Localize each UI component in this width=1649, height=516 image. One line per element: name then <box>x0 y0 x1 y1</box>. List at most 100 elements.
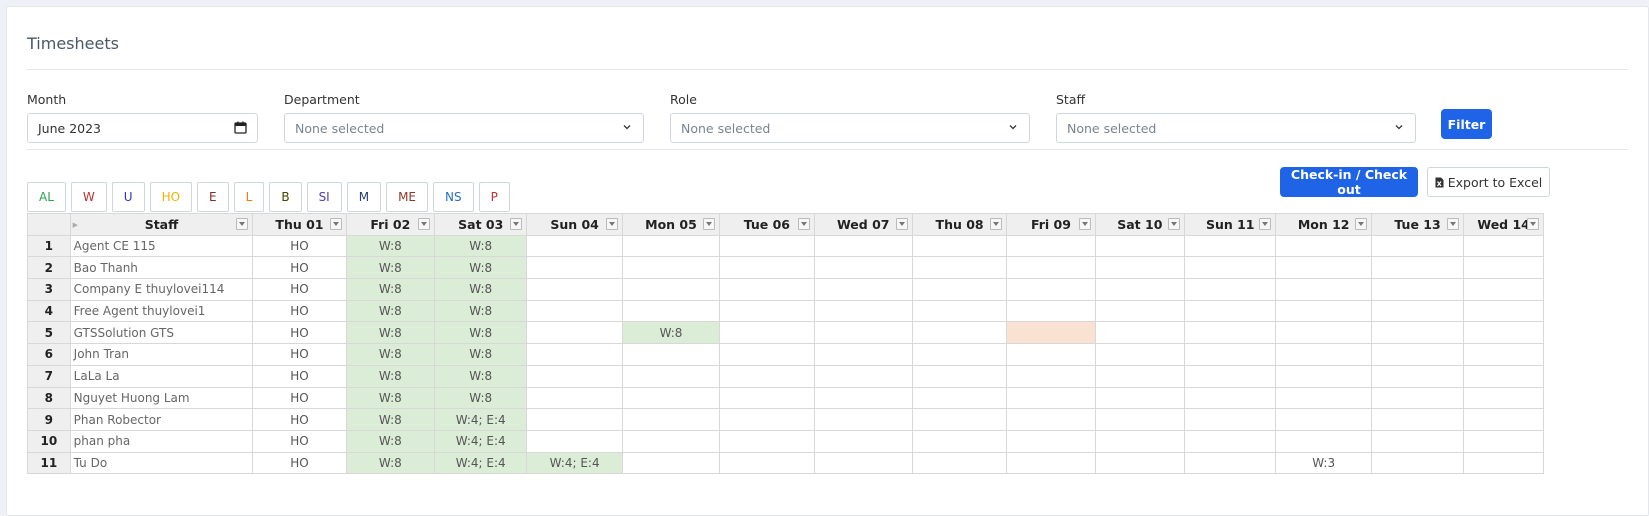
timesheet-cell[interactable] <box>1370 321 1465 345</box>
timesheet-cell[interactable]: W:8 <box>345 343 436 366</box>
calendar-icon[interactable] <box>234 121 247 134</box>
timesheet-cell[interactable] <box>621 386 721 410</box>
timesheet-cell[interactable] <box>1370 364 1465 388</box>
timesheet-cell[interactable] <box>719 408 815 431</box>
legend-item-ho[interactable]: HO <box>149 182 193 212</box>
timesheet-cell[interactable]: W:4; E:4 <box>433 408 528 431</box>
timesheet-cell[interactable] <box>1094 451 1186 475</box>
timesheet-cell[interactable] <box>1275 256 1372 280</box>
timesheet-cell[interactable] <box>1463 364 1544 388</box>
timesheet-cell[interactable] <box>1184 386 1277 410</box>
timesheet-cell[interactable] <box>1463 321 1544 345</box>
staff-name-cell[interactable]: Company E thuylovei114 <box>69 278 254 301</box>
filter-dropdown-icon[interactable] <box>703 218 716 230</box>
timesheet-cell[interactable] <box>1275 234 1372 258</box>
timesheet-cell[interactable]: HO <box>252 429 347 453</box>
timesheet-cell[interactable] <box>1094 429 1186 453</box>
timesheet-cell[interactable] <box>1006 451 1096 475</box>
column-header-day[interactable]: Fri 02 <box>345 213 436 236</box>
timesheet-cell[interactable] <box>911 299 1008 323</box>
export-excel-button[interactable]: Export to Excel <box>1427 167 1550 197</box>
staff-name-cell[interactable]: Agent CE 115 <box>69 234 254 258</box>
staff-name-cell[interactable]: Tu Do <box>69 451 254 475</box>
timesheet-cell[interactable] <box>1275 343 1372 366</box>
timesheet-cell[interactable] <box>621 364 721 388</box>
timesheet-cell[interactable] <box>1094 234 1186 258</box>
timesheet-cell[interactable] <box>1184 278 1277 301</box>
timesheet-cell[interactable] <box>1006 256 1096 280</box>
column-header-day[interactable]: Sun 11 <box>1184 213 1277 236</box>
timesheet-cell[interactable] <box>813 364 913 388</box>
timesheet-cell[interactable] <box>1184 234 1277 258</box>
timesheet-cell[interactable] <box>526 386 623 410</box>
timesheet-cell[interactable] <box>1094 299 1186 323</box>
timesheet-cell[interactable] <box>1094 256 1186 280</box>
column-header-day[interactable]: Thu 08 <box>911 213 1008 236</box>
timesheet-cell[interactable] <box>621 429 721 453</box>
timesheet-cell[interactable] <box>719 364 815 388</box>
filter-dropdown-icon[interactable] <box>329 218 342 230</box>
filter-dropdown-icon[interactable] <box>1354 218 1367 230</box>
timesheet-cell[interactable] <box>1094 278 1186 301</box>
timesheet-cell[interactable] <box>1370 451 1465 475</box>
timesheet-cell[interactable] <box>719 234 815 258</box>
timesheet-cell[interactable] <box>1184 408 1277 431</box>
timesheet-cell[interactable]: W:8 <box>433 343 528 366</box>
filter-dropdown-icon[interactable] <box>1168 218 1181 230</box>
timesheet-cell[interactable]: HO <box>252 321 347 345</box>
timesheet-cell[interactable] <box>621 451 721 475</box>
timesheet-cell[interactable]: W:8 <box>345 386 436 410</box>
timesheet-cell[interactable]: HO <box>252 299 347 323</box>
timesheet-cell[interactable]: W:8 <box>433 386 528 410</box>
legend-item-p[interactable]: P <box>478 182 510 212</box>
timesheet-cell[interactable] <box>526 234 623 258</box>
timesheet-cell[interactable]: W:8 <box>345 429 436 453</box>
timesheet-cell[interactable]: HO <box>252 278 347 301</box>
timesheet-cell[interactable] <box>1184 256 1277 280</box>
timesheet-cell[interactable] <box>911 364 1008 388</box>
timesheet-cell[interactable] <box>1006 321 1096 345</box>
timesheet-cell[interactable]: W:3 <box>1275 451 1372 475</box>
staff-name-cell[interactable]: Bao Thanh <box>69 256 254 280</box>
timesheet-cell[interactable] <box>526 343 623 366</box>
timesheet-cell[interactable] <box>1370 408 1465 431</box>
staff-name-cell[interactable]: Phan Robector <box>69 408 254 431</box>
timesheet-cell[interactable]: W:8 <box>433 299 528 323</box>
timesheet-cell[interactable] <box>911 321 1008 345</box>
timesheet-cell[interactable] <box>1463 408 1544 431</box>
legend-item-m[interactable]: M <box>346 182 382 212</box>
timesheet-cell[interactable] <box>813 429 913 453</box>
column-header-day[interactable]: Sat 03 <box>433 213 528 236</box>
timesheet-cell[interactable] <box>719 343 815 366</box>
timesheet-cell[interactable] <box>719 386 815 410</box>
timesheet-cell[interactable] <box>719 321 815 345</box>
timesheet-cell[interactable]: W:8 <box>433 278 528 301</box>
timesheet-cell[interactable] <box>813 451 913 475</box>
filter-dropdown-icon[interactable] <box>510 218 523 230</box>
timesheet-cell[interactable] <box>1184 429 1277 453</box>
timesheet-cell[interactable] <box>719 299 815 323</box>
timesheet-cell[interactable]: HO <box>252 386 347 410</box>
timesheet-cell[interactable] <box>1370 429 1465 453</box>
timesheet-cell[interactable] <box>1184 364 1277 388</box>
timesheet-cell[interactable] <box>911 234 1008 258</box>
filter-dropdown-icon[interactable] <box>236 218 249 230</box>
timesheet-cell[interactable] <box>1184 343 1277 366</box>
staff-select[interactable]: None selected <box>1056 113 1416 143</box>
timesheet-cell[interactable] <box>911 343 1008 366</box>
timesheet-cell[interactable] <box>1370 278 1465 301</box>
timesheet-cell[interactable]: W:8 <box>345 299 436 323</box>
filter-button[interactable]: Filter <box>1441 109 1492 139</box>
column-header-day[interactable]: Sun 04 <box>526 213 623 236</box>
timesheet-cell[interactable] <box>1006 299 1096 323</box>
legend-item-si[interactable]: SI <box>306 182 342 212</box>
checkin-checkout-button[interactable]: Check-in / Check out <box>1280 167 1418 197</box>
department-select[interactable]: None selected <box>284 113 644 143</box>
timesheet-cell[interactable] <box>1275 278 1372 301</box>
timesheet-cell[interactable] <box>911 256 1008 280</box>
timesheet-cell[interactable] <box>813 278 913 301</box>
timesheet-cell[interactable] <box>813 299 913 323</box>
timesheet-cell[interactable] <box>1463 429 1544 453</box>
timesheet-cell[interactable] <box>1006 429 1096 453</box>
timesheet-cell[interactable]: W:4; E:4 <box>433 451 528 475</box>
